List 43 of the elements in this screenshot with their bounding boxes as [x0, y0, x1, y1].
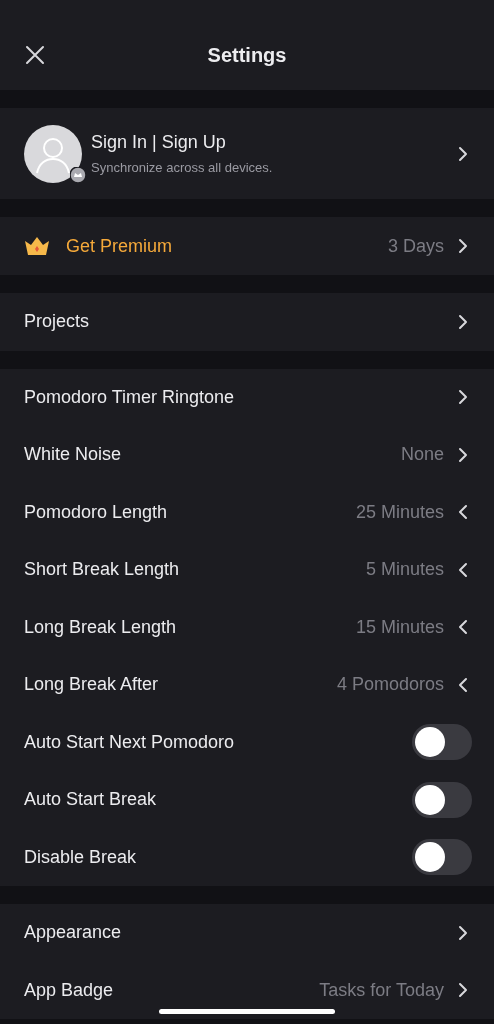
premium-row[interactable]: Get Premium 3 Days — [0, 217, 494, 275]
close-icon[interactable] — [25, 45, 45, 65]
row-label: Disable Break — [24, 845, 138, 869]
row-label: Short Break Length — [24, 558, 181, 582]
row-value: 5 Minutes — [365, 558, 444, 582]
account-title: Sign In | Sign Up — [91, 131, 227, 155]
row-value: 4 Pomodoros — [336, 673, 444, 697]
badge-icon — [70, 166, 86, 183]
row-value: 25 Minutes — [355, 500, 444, 524]
row-value: Tasks for Today — [319, 978, 444, 1002]
window-title: Settings — [207, 43, 287, 68]
account-row[interactable]: Sign In | Sign Up Synchronize across all devices. — [0, 108, 494, 199]
row-value: 15 Minutes — [355, 615, 444, 639]
row-label: Long Break After — [24, 673, 160, 697]
chevron-right-icon — [456, 388, 470, 407]
row-label: Long Break Length — [24, 615, 178, 639]
chevron-left-icon — [456, 503, 470, 522]
toggle-switch[interactable] — [412, 781, 472, 818]
avatar-icon — [24, 124, 82, 183]
account-subtitle: Synchronize across all devices. — [91, 159, 274, 178]
row-label: Auto Start Break — [24, 788, 158, 812]
row-label: Appearance — [24, 921, 123, 945]
chevron-left-icon — [456, 675, 470, 694]
chevron-right-icon — [456, 981, 470, 1000]
toggle-switch[interactable] — [412, 839, 472, 876]
chevron-right-icon — [456, 445, 470, 464]
row-value: None — [400, 443, 444, 467]
row-label: App Badge — [24, 978, 115, 1002]
chevron-right-icon — [456, 312, 470, 331]
row-label: Pomodoro Length — [24, 500, 169, 524]
chevron-right-icon — [456, 144, 470, 163]
row-label: Projects — [24, 310, 91, 334]
premium-label: Get Premium — [66, 234, 174, 258]
chevron-right-icon — [456, 923, 470, 942]
toggle-switch[interactable] — [412, 724, 472, 761]
chevron-left-icon — [456, 560, 470, 579]
chevron-left-icon — [456, 618, 470, 637]
premium-value: 3 Days — [387, 234, 444, 258]
chevron-right-icon — [456, 237, 470, 255]
row-label: Pomodoro Timer Ringtone — [24, 385, 236, 409]
crown-icon — [24, 236, 50, 256]
row-label: Auto Start Next Pomodoro — [24, 730, 236, 754]
row-label: White Noise — [24, 443, 123, 467]
